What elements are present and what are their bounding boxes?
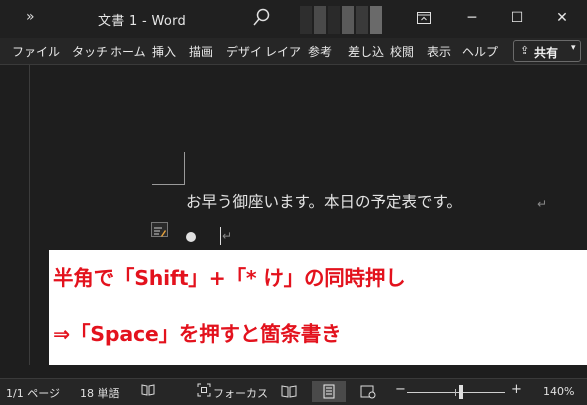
tab-references[interactable]: 参考: [308, 43, 344, 60]
ribbon-display-options-icon[interactable]: [402, 0, 446, 36]
tab-home[interactable]: ホーム: [110, 43, 146, 60]
callout-line-1: 半角で「Shift」+「* け」の同時押し: [53, 266, 406, 290]
document-line-1[interactable]: お早う御座います。本日の予定表です。: [186, 190, 462, 212]
focus-icon[interactable]: [197, 383, 211, 400]
tab-touch[interactable]: タッチ: [72, 43, 108, 60]
tab-help[interactable]: ヘルプ: [462, 43, 498, 60]
focus-label[interactable]: フォーカス: [213, 385, 268, 401]
close-button[interactable]: ✕: [540, 0, 584, 36]
title-bar: » 文書 1 - Word ─ ☐ ✕: [0, 0, 587, 38]
tab-insert[interactable]: 挿入: [152, 43, 176, 60]
zoom-slider-thumb[interactable]: [459, 385, 463, 399]
share-label: 共有: [534, 46, 559, 60]
tab-layout[interactable]: レイア: [265, 43, 301, 60]
text-boundary-mark: [152, 152, 185, 185]
text-cursor: [220, 227, 221, 245]
tab-review[interactable]: 校閲: [390, 43, 414, 60]
bullet-point-icon: [186, 232, 196, 242]
minimize-button[interactable]: ─: [450, 0, 494, 36]
status-bar: 1/1 ページ 18 単語 フォーカス − + 140%: [0, 378, 587, 405]
page-margin-line: [29, 65, 30, 365]
tab-view[interactable]: 表示: [427, 43, 451, 60]
tab-file[interactable]: ファイル: [12, 43, 60, 60]
zoom-out-button[interactable]: −: [395, 382, 406, 397]
chevron-down-icon: ▾: [571, 43, 576, 53]
zoom-slider-center-tick: [455, 389, 456, 396]
callout-line-2: ⇒「Space」を押すと箇条書き: [53, 322, 342, 346]
ribbon-tabs: ファイル タッチ ホーム 挿入 描画 デザイ レイア 参考 差し込 校閲 表示 …: [0, 38, 587, 65]
layout-options-icon[interactable]: [151, 222, 168, 237]
tab-mailings[interactable]: 差し込: [348, 43, 384, 60]
tab-draw[interactable]: 描画: [189, 43, 213, 60]
maximize-button[interactable]: ☐: [495, 0, 539, 36]
zoom-in-button[interactable]: +: [511, 382, 522, 397]
zoom-level[interactable]: 140%: [543, 385, 574, 398]
read-aloud-book-icon[interactable]: [141, 383, 155, 399]
quick-access-more-button[interactable]: »: [26, 9, 35, 25]
page-count[interactable]: 1/1 ページ: [6, 385, 60, 401]
search-icon[interactable]: [252, 6, 272, 28]
print-layout-icon[interactable]: [312, 381, 346, 402]
window-title: 文書 1 - Word: [98, 14, 187, 29]
tab-design[interactable]: デザイ: [226, 43, 262, 60]
instruction-callout: 半角で「Shift」+「* け」の同時押し ⇒「Space」を押すと箇条書き: [49, 250, 587, 365]
share-button[interactable]: ⇪ 共有 ▾: [513, 40, 581, 62]
paragraph-mark: ↵: [537, 197, 548, 211]
web-layout-icon[interactable]: [357, 381, 379, 402]
paragraph-mark-2: ↵: [222, 229, 233, 243]
share-icon: ⇪: [520, 44, 530, 57]
word-count[interactable]: 18 単語: [80, 385, 120, 401]
read-mode-icon[interactable]: [278, 381, 300, 402]
zoom-slider[interactable]: [407, 392, 505, 393]
account-avatar[interactable]: [300, 6, 392, 34]
